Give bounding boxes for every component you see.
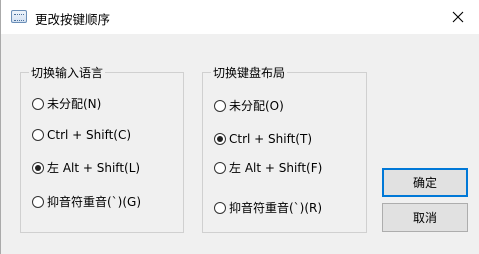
radio-circle-checked[interactable] — [32, 162, 44, 174]
close-icon — [452, 11, 464, 23]
radio-circle[interactable] — [214, 202, 226, 214]
input-language-legend: 切换输入语言 — [29, 65, 106, 81]
window-title: 更改按键顺序 — [35, 12, 111, 27]
radio-label: Ctrl + Shift(C) — [47, 128, 132, 142]
radio-circle[interactable] — [214, 162, 226, 174]
radio-label: 左 Alt + Shift(F) — [229, 161, 323, 175]
radio-layout-left-alt-shift[interactable]: 左 Alt + Shift(F) — [214, 160, 322, 176]
radio-circle[interactable] — [32, 129, 44, 141]
radio-layout-unassigned[interactable]: 未分配(O) — [214, 98, 284, 114]
radio-circle[interactable] — [32, 196, 44, 208]
radio-label: 未分配(N) — [47, 97, 102, 111]
radio-input-left-alt-shift[interactable]: 左 Alt + Shift(L) — [32, 160, 140, 176]
close-button[interactable] — [444, 4, 472, 30]
change-key-sequence-dialog: 更改按键顺序 切换输入语言 未分配(N) Ctrl + Shift(C) 左 A… — [0, 0, 479, 254]
radio-label: Ctrl + Shift(T) — [229, 132, 313, 146]
keyboard-layout-group: 切换键盘布局 未分配(O) Ctrl + Shift(T) 左 Alt + Sh… — [202, 65, 367, 233]
radio-input-unassigned[interactable]: 未分配(N) — [32, 96, 101, 112]
radio-input-ctrl-shift[interactable]: Ctrl + Shift(C) — [32, 127, 131, 143]
radio-circle[interactable] — [32, 98, 44, 110]
keyboard-layout-legend: 切换键盘布局 — [211, 65, 288, 81]
radio-label: 左 Alt + Shift(L) — [47, 161, 141, 175]
radio-label: 抑音符重音(`)(R) — [229, 201, 323, 215]
cancel-button[interactable]: 取消 — [382, 203, 468, 232]
radio-layout-grave-accent[interactable]: 抑音符重音(`)(R) — [214, 200, 322, 216]
radio-circle-checked[interactable] — [214, 133, 226, 145]
radio-label: 抑音符重音(`)(G) — [47, 195, 142, 209]
radio-circle[interactable] — [214, 100, 226, 112]
radio-label: 未分配(O) — [229, 99, 284, 113]
keyboard-icon — [11, 10, 27, 23]
title-bar: 更改按键顺序 — [1, 0, 479, 34]
ok-button[interactable]: 确定 — [382, 168, 468, 197]
radio-input-grave-accent[interactable]: 抑音符重音(`)(G) — [32, 194, 141, 210]
input-language-group: 切换输入语言 未分配(N) Ctrl + Shift(C) 左 Alt + Sh… — [20, 65, 184, 233]
radio-layout-ctrl-shift[interactable]: Ctrl + Shift(T) — [214, 131, 312, 147]
